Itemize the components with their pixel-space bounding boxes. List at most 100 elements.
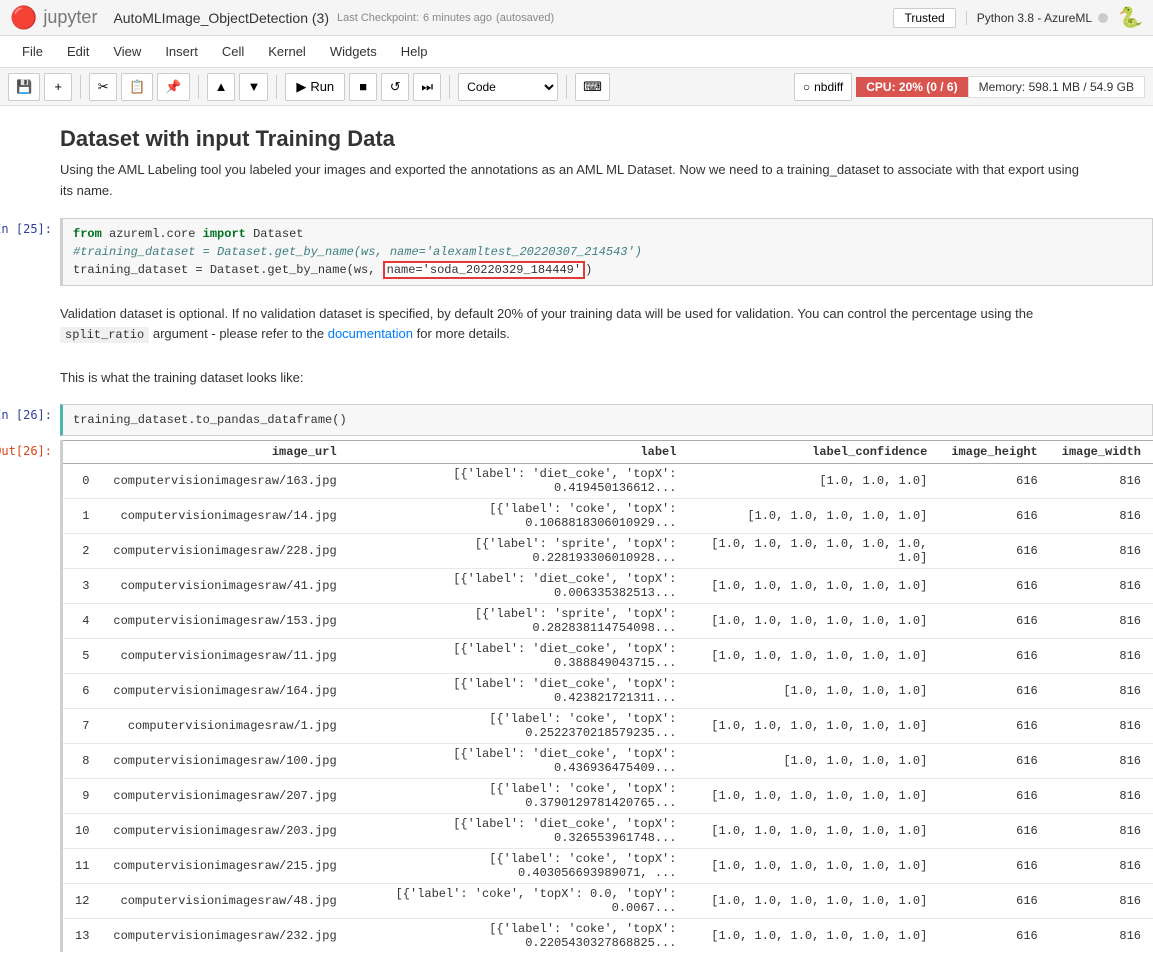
table-cell: 616: [939, 884, 1049, 919]
python-icon: 🐍: [1118, 5, 1143, 30]
table-cell: 816: [1050, 779, 1153, 814]
nbdiff-button[interactable]: ○ nbdiff: [794, 73, 852, 101]
table-row: 12computervisionimagesraw/48.jpg[{'label…: [63, 884, 1153, 919]
table-row: 13computervisionimagesraw/232.jpg[{'labe…: [63, 919, 1153, 952]
table-row: 11computervisionimagesraw/215.jpg[{'labe…: [63, 849, 1153, 884]
move-up-button[interactable]: ▲: [207, 73, 236, 101]
table-cell: [1.0, 1.0, 1.0, 1.0, 1.0, 1.0]: [688, 709, 939, 744]
run-button[interactable]: ▶ Run: [285, 73, 345, 101]
table-cell: [{'label': 'diet_coke', 'topX': 0.388849…: [349, 639, 689, 674]
table-cell: [{'label': 'coke', 'topX': 0.37901297814…: [349, 779, 689, 814]
col-index: [63, 441, 101, 464]
table-cell: computervisionimagesraw/164.jpg: [101, 674, 348, 709]
table-cell: 1: [63, 499, 101, 534]
jupyter-logo-icon: 🔴: [10, 5, 37, 31]
kernel-info: Python 3.8 - AzureML: [966, 11, 1108, 25]
menu-help[interactable]: Help: [389, 40, 440, 63]
table-cell: [{'label': 'coke', 'topX': 0.25223702185…: [349, 709, 689, 744]
table-cell: [1.0, 1.0, 1.0, 1.0, 1.0, 1.0]: [688, 884, 939, 919]
section-text-3: This is what the training dataset looks …: [0, 358, 1153, 401]
table-cell: 616: [939, 569, 1049, 604]
code-line-3: training_dataset = Dataset.get_by_name(w…: [73, 261, 1142, 279]
table-cell: 616: [939, 709, 1049, 744]
col-image-width: image_width: [1050, 441, 1153, 464]
section-heading: Dataset with input Training Data: [0, 106, 1153, 160]
nbdiff-icon: ○: [803, 80, 810, 94]
cell-26-prompt: In [26]:: [0, 408, 52, 422]
menu-file[interactable]: File: [10, 40, 55, 63]
col-image-url: image_url: [101, 441, 348, 464]
table-cell: computervisionimagesraw/203.jpg: [101, 814, 348, 849]
move-down-button[interactable]: ▼: [239, 73, 268, 101]
code-prefix: training_dataset = Dataset.get_by_name(w…: [73, 263, 383, 277]
fast-forward-button[interactable]: ⏭: [413, 73, 441, 101]
output-26-left: Out[26]:: [0, 440, 60, 952]
table-cell: 11: [63, 849, 101, 884]
toolbar: 💾 + ✂ 📋 📌 ▲ ▼ ▶ Run ■ ↺ ⏭ Code Markdown …: [0, 68, 1153, 106]
memory-badge: Memory: 598.1 MB / 54.9 GB: [968, 76, 1145, 98]
table-row: 10computervisionimagesraw/203.jpg[{'labe…: [63, 814, 1153, 849]
save-button[interactable]: 💾: [8, 73, 40, 101]
cell-26-right[interactable]: training_dataset.to_pandas_dataframe(): [60, 404, 1153, 436]
trusted-button[interactable]: Trusted: [893, 8, 955, 28]
keyboard-button[interactable]: ⌨: [575, 73, 610, 101]
cell-26-input[interactable]: training_dataset.to_pandas_dataframe(): [60, 404, 1153, 436]
highlighted-code: name='soda_20220329_184449': [383, 261, 585, 279]
table-cell: 5: [63, 639, 101, 674]
menu-kernel[interactable]: Kernel: [256, 40, 318, 63]
jupyter-logo: 🔴 jupyter: [10, 5, 97, 31]
cell-25-right[interactable]: from azureml.core import Dataset #traini…: [60, 218, 1153, 286]
output-26: Out[26]: image_url label label_confidenc…: [0, 440, 1153, 952]
table-cell: 616: [939, 814, 1049, 849]
cell-25-input[interactable]: from azureml.core import Dataset #traini…: [60, 218, 1153, 286]
table-cell: [{'label': 'diet_coke', 'topX': 0.419450…: [349, 464, 689, 499]
table-cell: [{'label': 'sprite', 'topX': 0.282838114…: [349, 604, 689, 639]
menu-cell[interactable]: Cell: [210, 40, 256, 63]
toolbar-separator-2: [198, 75, 199, 99]
menu-edit[interactable]: Edit: [55, 40, 101, 63]
dataframe-body: 0computervisionimagesraw/163.jpg[{'label…: [63, 464, 1153, 952]
notebook-title: AutoMLImage_ObjectDetection (3): [113, 10, 329, 26]
checkpoint-label: Last Checkpoint:: [337, 12, 419, 24]
table-cell: [1.0, 1.0, 1.0, 1.0, 1.0, 1.0]: [688, 919, 939, 952]
table-cell: 816: [1050, 919, 1153, 952]
section-text-2: Validation dataset is optional. If no va…: [0, 290, 1153, 358]
code-comment: #training_dataset = Dataset.get_by_name(…: [73, 245, 642, 259]
table-cell: [{'label': 'diet_coke', 'topX': 0.006335…: [349, 569, 689, 604]
table-cell: computervisionimagesraw/48.jpg: [101, 884, 348, 919]
table-row: 3computervisionimagesraw/41.jpg[{'label'…: [63, 569, 1153, 604]
cut-button[interactable]: ✂: [89, 73, 117, 101]
run-label: Run: [310, 79, 334, 94]
restart-button[interactable]: ↺: [381, 73, 409, 101]
table-cell: 8: [63, 744, 101, 779]
section-title: Dataset with input Training Data: [60, 126, 1093, 152]
table-cell: [1.0, 1.0, 1.0, 1.0, 1.0, 1.0, 1.0]: [688, 534, 939, 569]
cell-25-prompt: In [25]:: [0, 222, 52, 236]
table-row: 9computervisionimagesraw/207.jpg[{'label…: [63, 779, 1153, 814]
table-cell: 816: [1050, 464, 1153, 499]
table-cell: 616: [939, 674, 1049, 709]
copy-button[interactable]: 📋: [121, 73, 153, 101]
output-26-prompt: Out[26]:: [0, 444, 52, 458]
table-cell: [{'label': 'coke', 'topX': 0.0, 'topY': …: [349, 884, 689, 919]
table-cell: computervisionimagesraw/11.jpg: [101, 639, 348, 674]
menu-view[interactable]: View: [101, 40, 153, 63]
cell-25: In [25]: from azureml.core import Datase…: [0, 218, 1153, 286]
toolbar-separator-4: [449, 75, 450, 99]
add-cell-button[interactable]: +: [44, 73, 72, 101]
table-cell: computervisionimagesraw/41.jpg: [101, 569, 348, 604]
table-cell: [1.0, 1.0, 1.0, 1.0, 1.0]: [688, 499, 939, 534]
paste-button[interactable]: 📌: [157, 73, 189, 101]
table-cell: 816: [1050, 499, 1153, 534]
cell-type-select[interactable]: Code Markdown Raw: [458, 73, 558, 101]
documentation-link[interactable]: documentation: [328, 326, 413, 341]
menu-insert[interactable]: Insert: [153, 40, 210, 63]
menu-widgets[interactable]: Widgets: [318, 40, 389, 63]
stop-button[interactable]: ■: [349, 73, 377, 101]
table-row: 7computervisionimagesraw/1.jpg[{'label':…: [63, 709, 1153, 744]
table-cell: 816: [1050, 604, 1153, 639]
table-cell: [{'label': 'sprite', 'topX': 0.228193306…: [349, 534, 689, 569]
table-cell: [1.0, 1.0, 1.0, 1.0, 1.0, 1.0]: [688, 569, 939, 604]
table-cell: [1.0, 1.0, 1.0, 1.0]: [688, 744, 939, 779]
table-cell: 816: [1050, 639, 1153, 674]
